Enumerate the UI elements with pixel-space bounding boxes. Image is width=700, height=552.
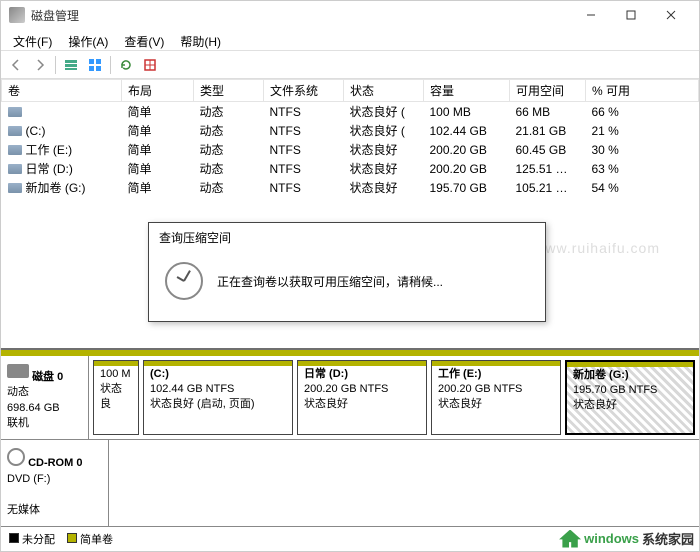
menu-file[interactable]: 文件(F) (5, 31, 60, 48)
view-graphical-button[interactable] (84, 54, 106, 76)
back-button[interactable] (5, 54, 27, 76)
volume-list[interactable]: 卷 布局 类型 文件系统 状态 容量 可用空间 % 可用 简单动态NTFS状态良… (1, 79, 699, 197)
refresh-button[interactable] (115, 54, 137, 76)
clock-icon (165, 262, 203, 300)
table-row[interactable]: (C:)简单动态NTFS状态良好 (102.44 GB21.81 GB21 % (2, 121, 699, 140)
toolbar-sep (110, 56, 111, 74)
legend-swatch-black (9, 533, 19, 543)
titlebar: 磁盘管理 (1, 1, 699, 29)
col-volume[interactable]: 卷 (2, 80, 122, 102)
disk-state: 联机 (7, 417, 29, 429)
volume-icon (8, 126, 22, 136)
cdrom-icon (7, 448, 25, 466)
graphical-view: 磁盘 0 动态 698.64 GB 联机 100 M状态良(C:)102.44 … (1, 348, 699, 551)
col-free[interactable]: 可用空间 (510, 80, 586, 102)
disk-icon (7, 364, 29, 378)
watermark-url: www.ruihaifu.com (534, 240, 660, 256)
partition[interactable]: 新加卷 (G:)195.70 GB NTFS状态良好 (565, 360, 695, 436)
col-capacity[interactable]: 容量 (424, 80, 510, 102)
disk-type: 动态 (7, 386, 29, 398)
table-row[interactable]: 工作 (E:)简单动态NTFS状态良好200.20 GB60.45 GB30 % (2, 140, 699, 159)
dialog-message: 正在查询卷以获取可用压缩空间，请稍候... (217, 273, 443, 290)
disk-partitions: 100 M状态良(C:)102.44 GB NTFS状态良好 (启动, 页面)日… (89, 356, 699, 440)
watermark: windows系统家园 (559, 529, 694, 548)
column-header-row[interactable]: 卷 布局 类型 文件系统 状态 容量 可用空间 % 可用 (2, 80, 699, 102)
menu-help[interactable]: 帮助(H) (172, 31, 229, 48)
table-row[interactable]: 新加卷 (G:)简单动态NTFS状态良好195.70 GB105.21 …54 … (2, 178, 699, 197)
cdrom-state: 无媒体 (7, 504, 40, 516)
legend-simple: 简单卷 (67, 531, 113, 547)
col-filesystem[interactable]: 文件系统 (264, 80, 344, 102)
forward-button[interactable] (29, 54, 51, 76)
partition[interactable]: (C:)102.44 GB NTFS状态良好 (启动, 页面) (143, 360, 293, 436)
menu-action[interactable]: 操作(A) (60, 31, 116, 48)
disk-size: 698.64 GB (7, 402, 60, 414)
partition[interactable]: 日常 (D:)200.20 GB NTFS状态良好 (297, 360, 427, 436)
close-button[interactable] (651, 1, 691, 29)
col-status[interactable]: 状态 (344, 80, 424, 102)
view-list-button[interactable] (60, 54, 82, 76)
menubar: 文件(F) 操作(A) 查看(V) 帮助(H) (1, 29, 699, 51)
col-layout[interactable]: 布局 (122, 80, 194, 102)
cdrom-name: CD-ROM 0 (28, 457, 82, 469)
progress-dialog: 查询压缩空间 正在查询卷以获取可用压缩空间，请稍候... (148, 222, 546, 322)
watermark-text-b: 系统家园 (642, 529, 694, 548)
legend-unallocated: 未分配 (9, 531, 55, 547)
toolbar-sep (55, 56, 56, 74)
minimize-button[interactable] (571, 1, 611, 29)
dialog-body: 正在查询卷以获取可用压缩空间，请稍候... (149, 252, 545, 310)
disk-row-cdrom: CD-ROM 0 DVD (F:) 无媒体 (1, 440, 699, 527)
col-pct[interactable]: % 可用 (586, 80, 699, 102)
window-title: 磁盘管理 (31, 7, 571, 24)
volume-icon (8, 145, 22, 155)
menu-view[interactable]: 查看(V) (116, 31, 172, 48)
col-type[interactable]: 类型 (194, 80, 264, 102)
toolbar (1, 51, 699, 79)
disk-label[interactable]: 磁盘 0 动态 698.64 GB 联机 (1, 356, 89, 440)
disk-row-0: 磁盘 0 动态 698.64 GB 联机 100 M状态良(C:)102.44 … (1, 356, 699, 441)
properties-button[interactable] (139, 54, 161, 76)
partition[interactable]: 100 M状态良 (93, 360, 139, 436)
window-controls (571, 1, 691, 29)
partition[interactable]: 工作 (E:)200.20 GB NTFS状态良好 (431, 360, 561, 436)
maximize-button[interactable] (611, 1, 651, 29)
volume-icon (8, 183, 22, 193)
house-icon (559, 530, 581, 548)
cdrom-label[interactable]: CD-ROM 0 DVD (F:) 无媒体 (1, 440, 109, 526)
legend-swatch-olive (67, 533, 77, 543)
volume-icon (8, 107, 22, 117)
watermark-text-a: windows (584, 531, 639, 546)
table-row[interactable]: 日常 (D:)简单动态NTFS状态良好200.20 GB125.51 …63 % (2, 159, 699, 178)
app-icon (9, 7, 25, 23)
volume-icon (8, 164, 22, 174)
cdrom-sub: DVD (F:) (7, 473, 50, 485)
disk-name: 磁盘 0 (32, 371, 63, 383)
table-row[interactable]: 简单动态NTFS状态良好 (100 MB66 MB66 % (2, 102, 699, 122)
cdrom-partitions (109, 440, 699, 526)
dialog-title: 查询压缩空间 (149, 223, 545, 252)
